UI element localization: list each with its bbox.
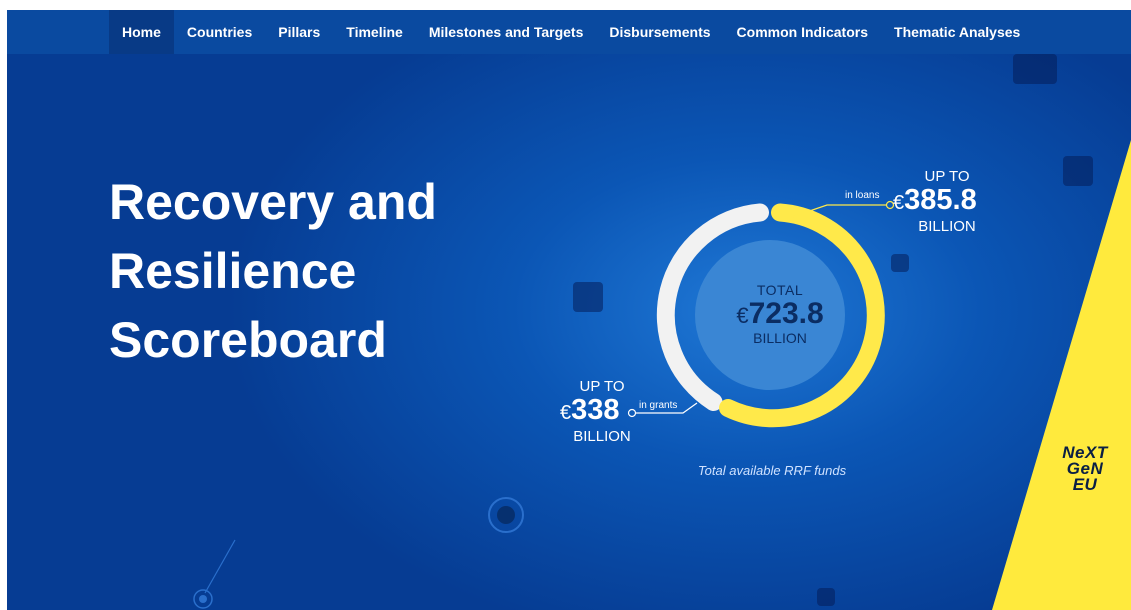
page-frame: Home Countries Pillars Timeline Mileston… <box>7 10 1131 610</box>
logo-line: EU <box>1072 475 1098 494</box>
grants-amount: 338 <box>571 394 620 426</box>
grants-tag: in grants <box>639 400 678 411</box>
total-label: TOTAL <box>756 282 804 298</box>
currency-symbol: € <box>560 402 572 424</box>
loans-tag: in loans <box>845 190 880 201</box>
funds-caption: Total available RRF funds <box>697 463 847 478</box>
currency-symbol: € <box>893 192 905 214</box>
loans-value: €385.8 <box>893 184 1013 217</box>
loans-amount: 385.8 <box>904 184 977 216</box>
total-value: €723.8 <box>690 297 870 331</box>
funds-donut <box>193 140 1131 610</box>
grants-unit: BILLION <box>573 428 631 445</box>
grants-upto-label: UP TO <box>579 378 625 395</box>
grants-value: €338 <box>560 394 640 427</box>
decor-dot <box>199 595 207 603</box>
decor-line <box>204 539 236 594</box>
total-unit: BILLION <box>753 330 807 346</box>
currency-symbol: € <box>736 303 749 328</box>
loans-unit: BILLION <box>918 218 976 235</box>
loans-upto-label: UP TO <box>924 168 970 185</box>
decor-dot <box>497 506 515 524</box>
total-amount: 723.8 <box>748 297 824 330</box>
nextgeneu-logo[interactable]: NeXT GeN EU <box>1045 444 1125 494</box>
